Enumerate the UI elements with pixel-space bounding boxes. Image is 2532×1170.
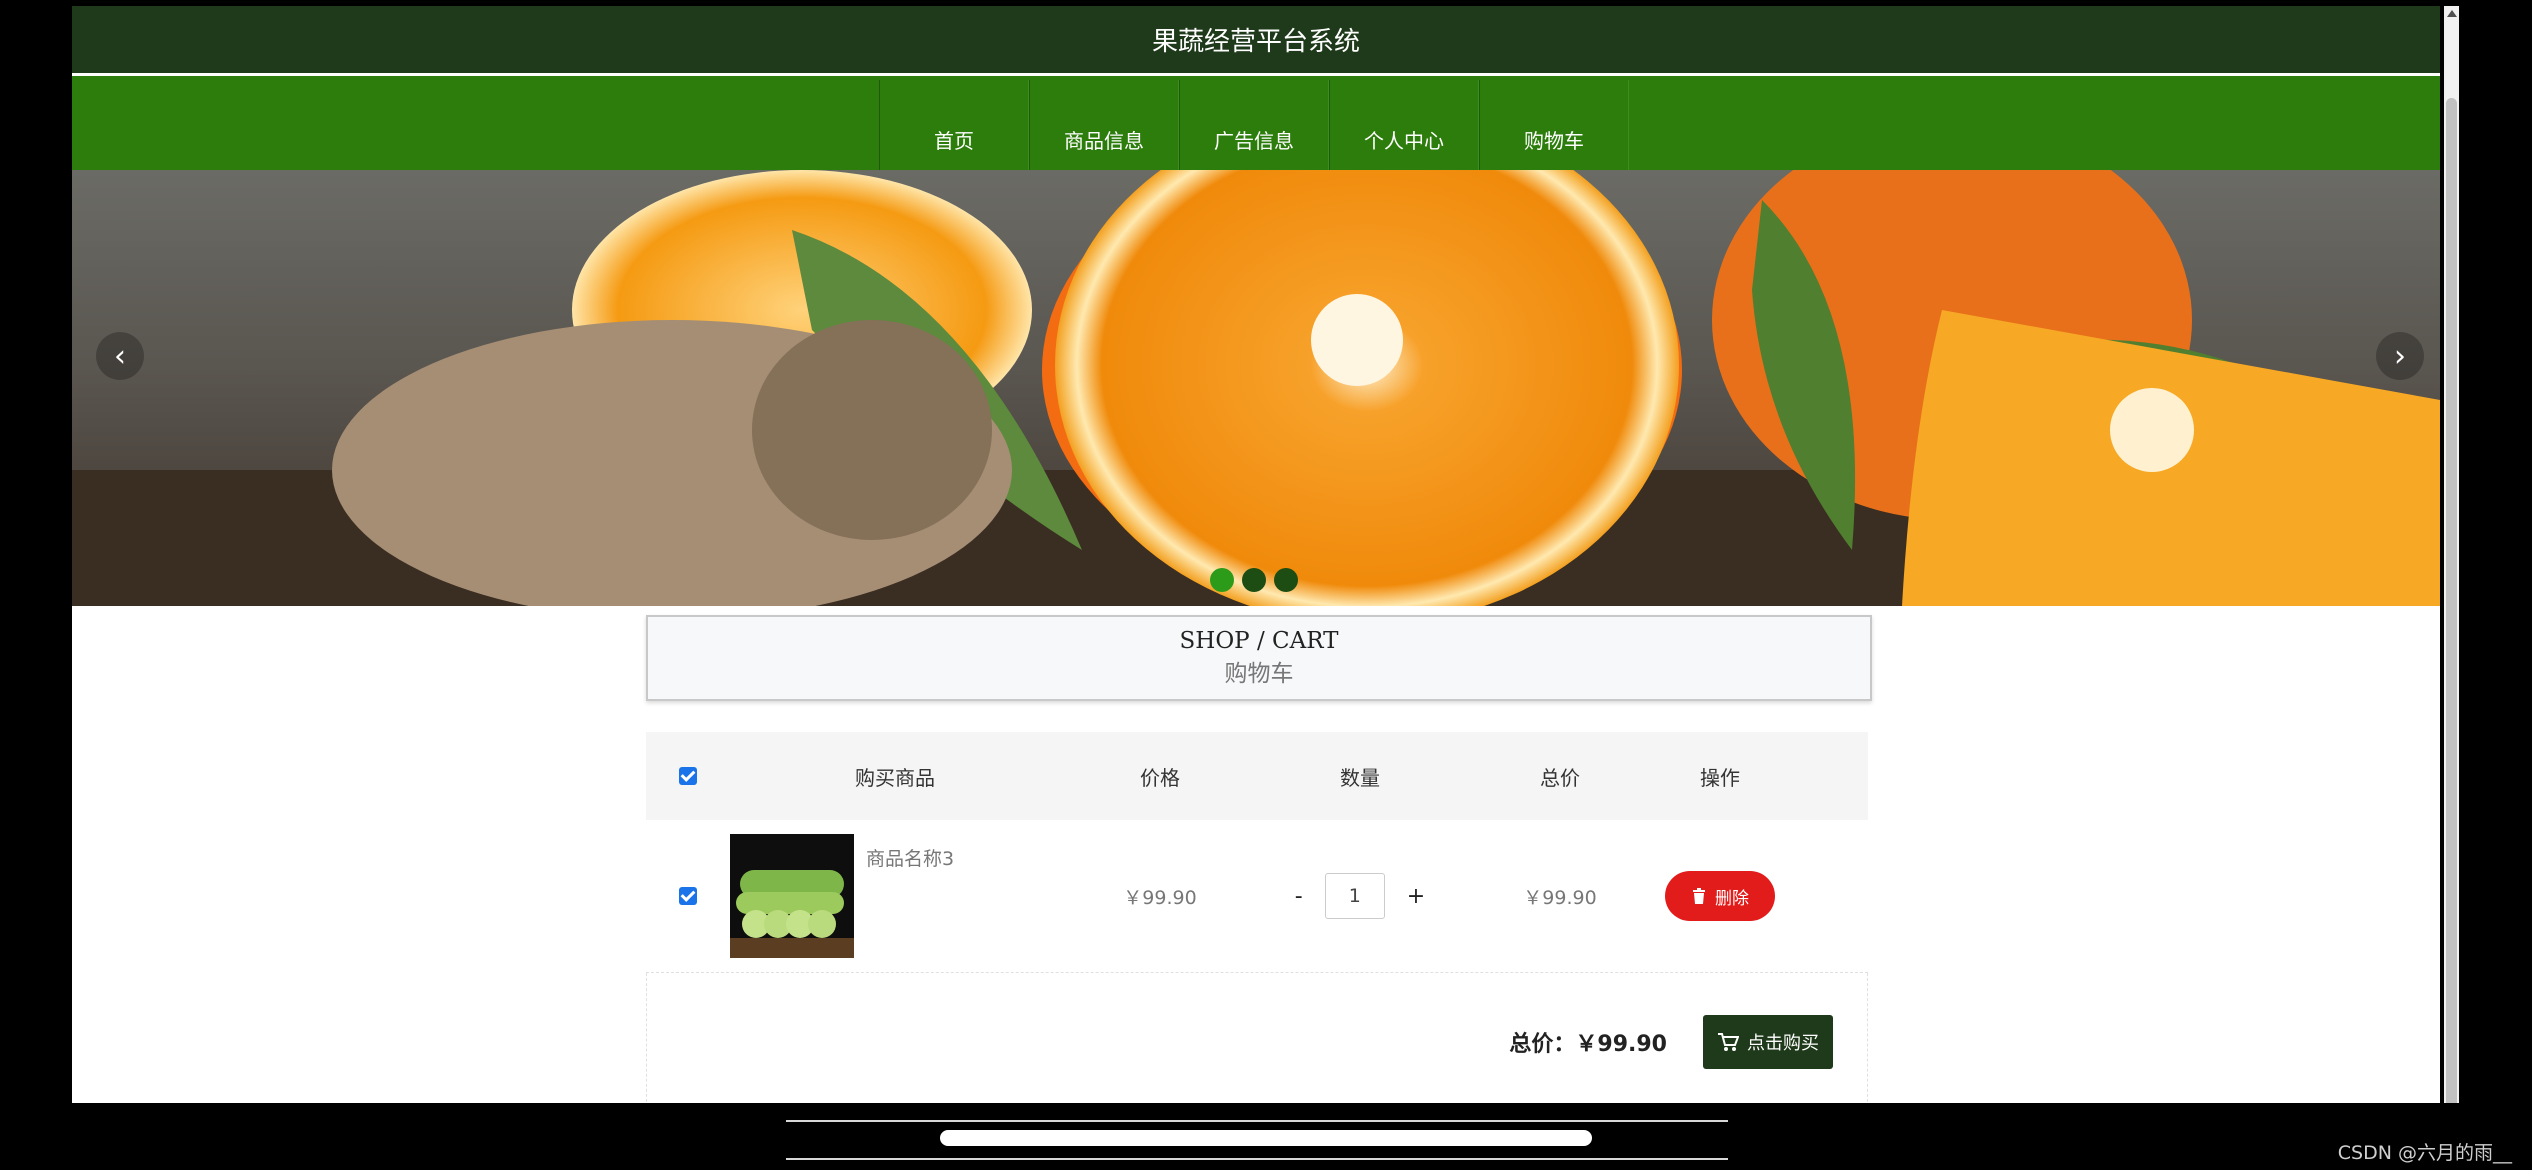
- trash-icon: [1693, 888, 1705, 904]
- divider-top: [786, 1120, 1728, 1122]
- header-quantity: 数量: [1340, 765, 1380, 790]
- item-price: ￥99.90: [1123, 886, 1197, 909]
- banner-dot-1[interactable]: [1210, 568, 1234, 592]
- header-total: 总价: [1540, 765, 1580, 790]
- header-product: 购买商品: [855, 765, 935, 790]
- nav-item-ads[interactable]: 广告信息: [1179, 80, 1329, 170]
- scrollbar[interactable]: [2444, 6, 2459, 1170]
- header-action: 操作: [1700, 765, 1740, 790]
- delete-label: 删除: [1715, 888, 1749, 909]
- item-total: ￥99.90: [1523, 886, 1597, 909]
- browser-viewport: 果蔬经营平台系统 首页 商品信息 广告信息 个人中心 购物车 ‹ › SHOP …: [72, 6, 2440, 1103]
- product-name[interactable]: 商品名称3: [866, 844, 954, 871]
- home-indicator[interactable]: [940, 1130, 1592, 1146]
- banner-carousel[interactable]: ‹ ›: [72, 170, 2440, 606]
- nav-item-cart[interactable]: 购物车: [1479, 80, 1629, 170]
- cart-total: 总价：￥99.90: [1509, 1026, 1667, 1058]
- quantity-field[interactable]: [1324, 873, 1385, 919]
- product-thumbnail[interactable]: [730, 834, 854, 958]
- buy-button[interactable]: 点击购买: [1703, 1015, 1833, 1069]
- section-title-en: SHOP / CART: [1179, 628, 1339, 654]
- item-checkbox[interactable]: [679, 887, 697, 905]
- scroll-thumb[interactable]: [2446, 98, 2457, 1128]
- total-label: 总价：: [1509, 1032, 1576, 1057]
- section-title-cn: 购物车: [1224, 661, 1294, 687]
- cart-table: 购买商品 价格 数量 总价 操作 商品名称3 ￥99.90 - 1 + ￥99.…: [646, 732, 1868, 1103]
- total-value: ￥99.90: [1575, 1032, 1667, 1057]
- section-heading: SHOP / CART 购物车: [646, 615, 1872, 701]
- main-nav: 首页 商品信息 广告信息 个人中心 购物车: [72, 76, 2440, 170]
- header-price: 价格: [1140, 765, 1180, 790]
- delete-button[interactable]: 删除: [1665, 871, 1775, 921]
- cart-icon: [1718, 1033, 1739, 1051]
- site-header: 果蔬经营平台系统: [72, 6, 2440, 73]
- scroll-up-icon[interactable]: [2447, 10, 2457, 17]
- divider-bottom: [786, 1158, 1728, 1160]
- table-row: 商品名称3 ￥99.90 - + ￥99.90: [646, 820, 1868, 973]
- qty-decrease-button[interactable]: -: [1295, 884, 1303, 909]
- watermark: CSDN @六月的雨__: [2337, 1142, 2512, 1164]
- banner-next-button[interactable]: ›: [2376, 332, 2424, 380]
- qty-increase-button[interactable]: +: [1407, 884, 1425, 909]
- banner-prev-button[interactable]: ‹: [96, 332, 144, 380]
- banner-dots: [1210, 568, 1298, 592]
- select-all-checkbox[interactable]: [679, 767, 697, 785]
- site-title: 果蔬经营平台系统: [1151, 27, 1360, 57]
- cart-summary: 总价：￥99.90 点击购买: [646, 973, 1868, 1103]
- nav-item-products[interactable]: 商品信息: [1029, 80, 1179, 170]
- banner-image: [72, 170, 2440, 606]
- buy-label: 点击购买: [1747, 1033, 1819, 1054]
- banner-dot-2[interactable]: [1242, 568, 1266, 592]
- nav-item-home[interactable]: 首页: [879, 80, 1029, 170]
- cart-header-row: 购买商品 价格 数量 总价 操作: [646, 732, 1868, 820]
- banner-dot-3[interactable]: [1274, 568, 1298, 592]
- nav-item-profile[interactable]: 个人中心: [1329, 80, 1479, 170]
